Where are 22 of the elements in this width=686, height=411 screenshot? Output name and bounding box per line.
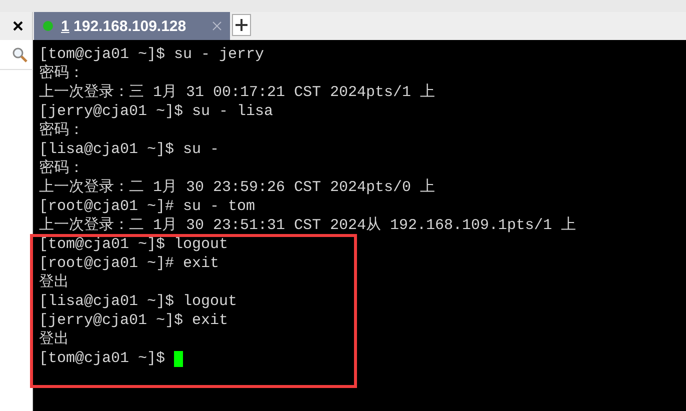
terminal-line: [tom@cja01 ~]$ [39,352,166,366]
terminal-line: 密码： [39,66,84,80]
search-icon[interactable] [12,46,28,62]
terminal-line: [jerry@cja01 ~]$ su - lisa [39,104,274,118]
terminal-line: [tom@cja01 ~]$ logout [39,238,228,252]
new-tab-button[interactable] [232,14,251,36]
terminal-line: 上一次登录：二 1月 30 23:59:26 CST 2024pts/0 上 [39,180,436,194]
session-tab[interactable]: 1 192.168.109.128 [34,12,230,40]
terminal-line: [root@cja01 ~]# exit [39,256,220,270]
terminal-line: [jerry@cja01 ~]$ exit [39,314,228,328]
terminal-line: 上一次登录：二 1月 30 23:51:31 CST 2024从 192.168.109.1pts/1 上 [39,218,576,232]
terminal-line: 登出 [39,276,69,290]
terminal-line: 密码： [39,162,84,176]
terminal-line: 密码： [39,124,84,138]
terminal-line: 上一次登录：三 1月 31 00:17:21 CST 2024pts/1 上 [39,86,436,100]
terminal-line: [lisa@cja01 ~]$ su - [39,142,220,156]
terminal-line: [tom@cja01 ~]$ su - jerry [39,48,264,62]
terminal-line: [lisa@cja01 ~]$ logout [39,294,238,308]
terminal-line: [root@cja01 ~]# su - tom [39,200,256,214]
terminal-line: 登出 [39,332,69,346]
close-icon[interactable] [13,21,23,31]
tab-label: 1 192.168.109.128 [61,18,188,34]
